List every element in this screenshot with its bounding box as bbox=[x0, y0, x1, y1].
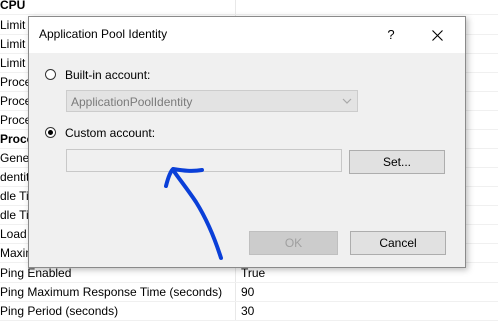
ok-button: OK bbox=[249, 231, 338, 255]
cancel-button[interactable]: Cancel bbox=[350, 231, 446, 255]
dialog-titlebar[interactable]: Application Pool Identity ? bbox=[29, 17, 465, 53]
builtin-account-label: Built-in account: bbox=[65, 68, 151, 82]
grid-row-name: Ping Maximum Response Time (seconds) bbox=[0, 285, 223, 299]
builtin-account-select: ApplicationPoolIdentity bbox=[66, 90, 358, 112]
chevron-down-icon bbox=[342, 98, 352, 104]
grid-row-ping-max-response[interactable]: Ping Maximum Response Time (seconds) 90 bbox=[0, 283, 498, 302]
custom-account-label: Custom account: bbox=[65, 126, 156, 140]
grid-row-name: dle Ti bbox=[0, 208, 29, 222]
custom-account-radio[interactable] bbox=[45, 127, 56, 138]
grid-row-name: dle Ti bbox=[0, 189, 29, 203]
close-icon bbox=[431, 30, 443, 42]
grid-row-name: Ping Period (seconds) bbox=[0, 304, 119, 318]
application-pool-identity-dialog: Application Pool Identity ? Built-in acc… bbox=[28, 16, 466, 268]
dialog-title: Application Pool Identity bbox=[39, 27, 168, 41]
builtin-account-selected-value: ApplicationPoolIdentity bbox=[71, 95, 193, 109]
custom-account-field[interactable] bbox=[66, 149, 342, 172]
set-button[interactable]: Set... bbox=[349, 150, 445, 174]
grid-row-value: 90 bbox=[241, 285, 255, 299]
grid-row-name: dentit bbox=[0, 170, 30, 184]
help-button[interactable]: ? bbox=[373, 21, 409, 49]
grid-row-name: Limit bbox=[0, 18, 26, 32]
grid-row-ping-period[interactable]: Ping Period (seconds) 30 bbox=[0, 302, 498, 321]
grid-row-value: 30 bbox=[241, 304, 255, 318]
close-button[interactable] bbox=[419, 21, 455, 49]
grid-row-cpu[interactable]: CPU bbox=[0, 0, 498, 15]
grid-row-name: CPU bbox=[0, 0, 26, 12]
builtin-account-radio[interactable] bbox=[45, 69, 56, 80]
